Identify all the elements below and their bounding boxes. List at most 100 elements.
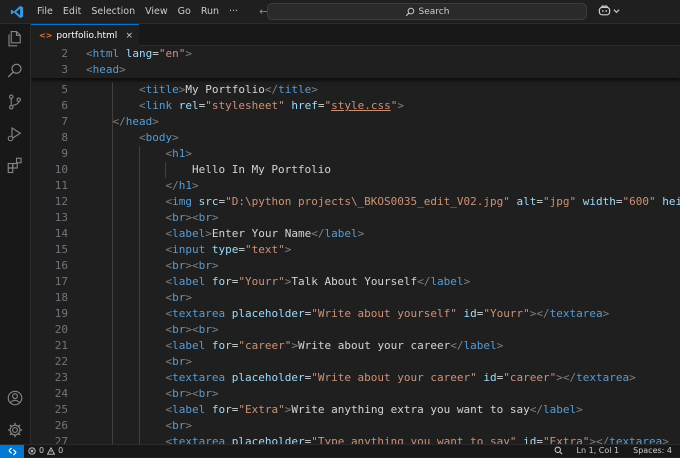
menu-more[interactable]: ··· — [224, 6, 243, 17]
tab-portfolio-html[interactable]: <> portfolio.html × — [31, 24, 139, 46]
code-token: placeholder — [231, 371, 305, 384]
copilot-menu[interactable] — [598, 5, 620, 16]
code-line[interactable]: 11 </h1> — [31, 178, 680, 194]
code-token: </ — [165, 179, 179, 192]
menu-file[interactable]: File — [32, 6, 58, 17]
code-text: </head> — [86, 114, 159, 130]
code-line[interactable]: 18 <br> — [31, 290, 680, 306]
code-token: for — [211, 403, 232, 416]
code-token: Enter Your Name — [211, 227, 312, 240]
code-line[interactable]: 7 </head> — [31, 114, 680, 130]
line-number: 19 — [54, 307, 68, 320]
code-token: > — [662, 435, 669, 444]
explorer-icon[interactable] — [5, 29, 25, 49]
code-token: placeholder — [231, 435, 305, 444]
code-text: <br> — [86, 354, 192, 370]
line-number: 25 — [54, 403, 68, 416]
settings-gear-icon[interactable] — [5, 420, 25, 440]
code-token: "D:\python projects\_BKOS0035_edit_V02.j… — [225, 195, 510, 208]
indentation-setting[interactable]: Spaces: 4 — [633, 446, 672, 455]
code-line[interactable]: 21 <label for="career">Write about your … — [31, 338, 680, 354]
activity-bar — [0, 24, 31, 444]
code-line[interactable]: 13 <br><br> — [31, 210, 680, 226]
code-editor[interactable]: 2 <html lang="en"> 3 <head> 5 <title>My Por… — [31, 46, 680, 444]
code-line[interactable]: 12 <img src="D:\python projects\_BKOS003… — [31, 194, 680, 210]
status-right: Ln 1, Col 1 Spaces: 4 — [554, 446, 672, 455]
code-text: <label for="Yourr">Talk About Yourself</… — [86, 274, 470, 290]
code-line[interactable]: 10 Hello In My Portfolio — [31, 162, 680, 178]
cursor-position[interactable]: Ln 1, Col 1 — [577, 446, 620, 455]
code-token: >< — [185, 211, 199, 224]
code-text: <textarea placeholder="Write about your … — [86, 370, 635, 386]
run-debug-icon[interactable] — [5, 124, 25, 144]
error-count: 0 — [39, 446, 45, 455]
line-number: 9 — [61, 147, 68, 160]
code-token: br — [198, 259, 212, 272]
code-token: </ — [112, 115, 126, 128]
code-line[interactable]: 2 <html lang="en"> — [31, 46, 680, 62]
code-token: Write about your career — [297, 339, 451, 352]
warning-count: 0 — [58, 446, 64, 455]
code-token: textarea — [609, 435, 663, 444]
code-token: rel — [178, 99, 199, 112]
code-text: <head> — [86, 62, 126, 78]
code-line[interactable]: 17 <label for="Yourr">Talk About Yoursel… — [31, 274, 680, 290]
code-token: "Yourr" — [238, 275, 285, 288]
code-line[interactable]: 14 <label>Enter Your Name</label> — [31, 226, 680, 242]
search-icon[interactable] — [5, 61, 25, 81]
menu-selection[interactable]: Selection — [86, 6, 140, 17]
code-token: < — [138, 99, 146, 112]
code-token: > — [311, 83, 318, 96]
code-line[interactable]: 22 <br> — [31, 354, 680, 370]
code-line[interactable]: 19 <textarea placeholder="Write about yo… — [31, 306, 680, 322]
remote-indicator[interactable] — [0, 445, 24, 458]
menu-view[interactable]: View — [140, 6, 173, 17]
line-number: 10 — [54, 163, 68, 176]
code-token: ></ — [529, 307, 550, 320]
code-line[interactable]: 27 <textarea placeholder="Type anything … — [31, 434, 680, 444]
code-text: <textarea placeholder="Type anything you… — [86, 434, 669, 444]
line-number: 21 — [54, 339, 68, 352]
code-text: <br><br> — [86, 258, 218, 274]
menu-edit[interactable]: Edit — [58, 6, 86, 17]
zoom-icon[interactable] — [554, 446, 563, 455]
source-control-icon[interactable] — [5, 92, 25, 112]
code-line[interactable]: 6 <link rel="stylesheet" href="style.css… — [31, 98, 680, 114]
code-text: <br><br> — [86, 386, 218, 402]
code-line[interactable]: 3 <head> — [31, 62, 680, 78]
command-center-search[interactable]: Search — [267, 3, 587, 20]
code-token: br — [172, 291, 186, 304]
code-line[interactable]: 26 <br> — [31, 418, 680, 434]
close-icon[interactable]: × — [125, 31, 133, 41]
code-line[interactable]: 8 <body> — [31, 130, 680, 146]
code-token: textarea — [172, 371, 226, 384]
extensions-icon[interactable] — [5, 155, 25, 175]
code-line[interactable]: 5 <title>My Portfolio</title> — [31, 82, 680, 98]
code-token: > — [397, 99, 404, 112]
code-line[interactable]: 23 <textarea placeholder="Write about yo… — [31, 370, 680, 386]
code-token: < — [86, 63, 93, 76]
code-line[interactable]: 25 <label for="Extra">Write anything ext… — [31, 402, 680, 418]
code-line[interactable]: 16 <br><br> — [31, 258, 680, 274]
code-token: "text" — [244, 243, 285, 256]
menu-go[interactable]: Go — [173, 6, 196, 17]
code-token: body — [145, 131, 173, 144]
command-center-label: Search — [418, 6, 450, 17]
problems-indicator[interactable]: 0 0 — [28, 446, 63, 455]
menu-run[interactable]: Run — [196, 6, 224, 17]
code-token: > — [185, 355, 192, 368]
account-icon[interactable] — [5, 388, 25, 408]
code-token: label — [172, 403, 206, 416]
line-number: 7 — [61, 115, 68, 128]
code-line[interactable]: 15 <input type="text"> — [31, 242, 680, 258]
code-line[interactable]: 9 <h1> — [31, 146, 680, 162]
code-line[interactable]: 20 <br><br> — [31, 322, 680, 338]
code-text: <img src="D:\python projects\_BKOS0035_e… — [86, 194, 680, 210]
code-line[interactable]: 24 <br><br> — [31, 386, 680, 402]
